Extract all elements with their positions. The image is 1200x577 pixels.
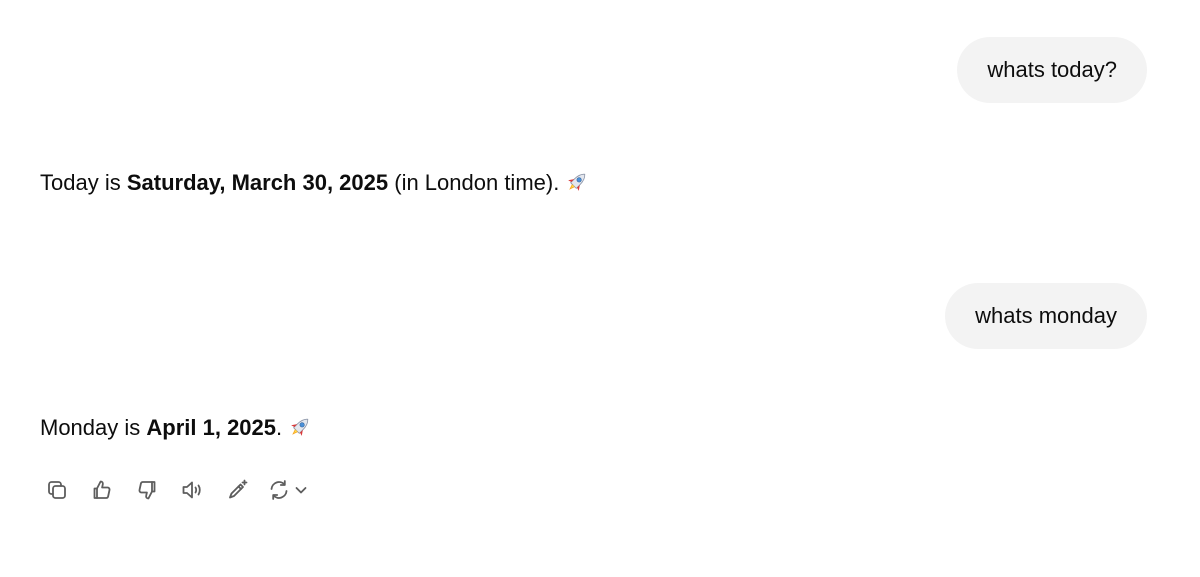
user-message-text: whats today? — [987, 57, 1117, 82]
assistant-message-text: Today is — [40, 170, 127, 195]
assistant-message: Today is Saturday, March 30, 2025 (in Lo… — [40, 168, 589, 202]
assistant-message-bold-date: April 1, 2025 — [146, 415, 277, 440]
regenerate-icon — [270, 480, 288, 500]
read-aloud-button[interactable] — [177, 475, 207, 505]
rocket-emoji-icon — [288, 415, 312, 447]
assistant-message-text: Monday is — [40, 415, 147, 440]
copy-icon — [48, 481, 66, 499]
thumbs-up-icon — [93, 480, 111, 499]
message-action-bar — [42, 475, 309, 505]
assistant-message: Monday is April 1, 2025. — [40, 413, 312, 447]
assistant-message-text: (in London time). — [388, 170, 560, 195]
good-response-button[interactable] — [87, 475, 117, 505]
user-message-text: whats monday — [975, 303, 1117, 328]
read-aloud-icon — [182, 481, 201, 499]
edit-in-canvas-button[interactable] — [222, 475, 252, 505]
copy-button[interactable] — [42, 475, 72, 505]
user-message-bubble: whats today? — [957, 37, 1147, 103]
user-message-bubble: whats monday — [945, 283, 1147, 349]
regenerate-button[interactable] — [267, 475, 309, 505]
chevron-down-icon — [295, 487, 307, 494]
thumbs-down-icon — [138, 481, 156, 500]
assistant-message-text: . — [276, 415, 283, 440]
assistant-message-bold-date: Saturday, March 30, 2025 — [126, 170, 389, 195]
edit-canvas-icon — [229, 479, 248, 499]
rocket-emoji-icon — [565, 170, 589, 202]
bad-response-button[interactable] — [132, 475, 162, 505]
